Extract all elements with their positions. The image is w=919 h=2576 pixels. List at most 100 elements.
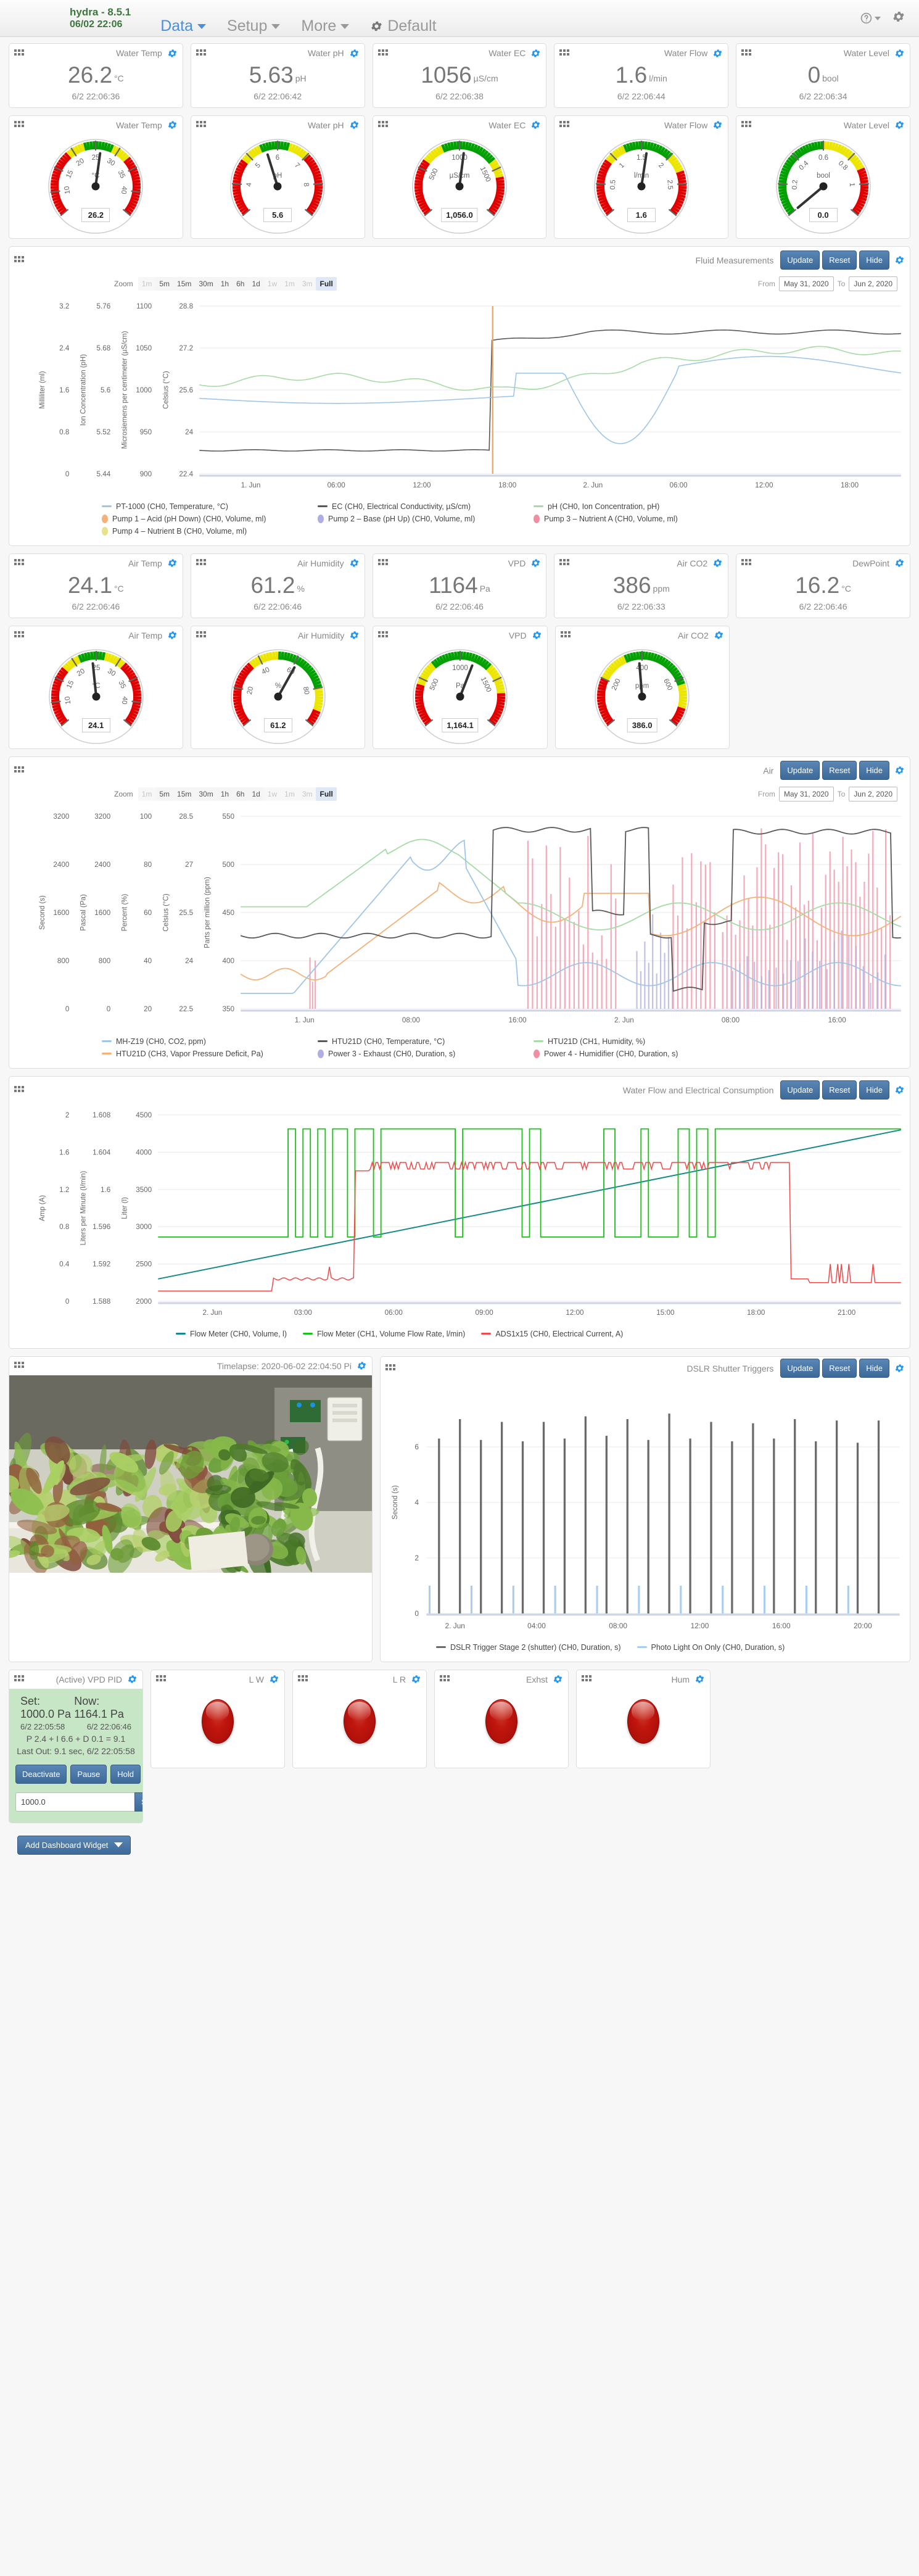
gear-icon[interactable] <box>269 1674 279 1684</box>
gear-icon[interactable] <box>694 1674 705 1684</box>
drag-handle-icon[interactable] <box>196 49 207 57</box>
drag-handle-icon[interactable] <box>440 1675 451 1683</box>
nav-item-setup[interactable]: Setup <box>227 1 281 35</box>
zoom-option-1m[interactable]: 1m <box>281 787 299 801</box>
to-date-field[interactable]: Jun 2, 2020 <box>849 276 897 291</box>
gear-icon[interactable] <box>712 558 723 568</box>
gear-icon[interactable] <box>167 120 178 130</box>
timelapse-image[interactable] <box>9 1375 372 1573</box>
drag-handle-icon[interactable] <box>14 49 25 57</box>
zoom-option-1w[interactable]: 1w <box>263 787 281 801</box>
gear-icon[interactable] <box>530 120 541 130</box>
to-date-field[interactable]: Jun 2, 2020 <box>849 786 897 801</box>
legend-item[interactable]: DSLR Trigger Stage 2 (shutter) (CH0, Dur… <box>436 1643 621 1652</box>
drag-handle-icon[interactable] <box>741 121 752 129</box>
hide-button[interactable]: Hide <box>859 251 889 270</box>
gear-icon[interactable] <box>167 630 178 640</box>
gear-icon[interactable] <box>349 558 360 568</box>
gear-icon[interactable] <box>894 765 905 776</box>
gear-icon[interactable] <box>894 255 905 265</box>
legend-item[interactable]: Photo Light On Only (CH0, Duration, s) <box>637 1643 785 1652</box>
gear-icon[interactable] <box>894 1363 905 1373</box>
drag-handle-icon[interactable] <box>560 631 572 639</box>
reset-button[interactable]: Reset <box>822 1080 857 1100</box>
legend-item[interactable]: Flow Meter (CH0, Volume, l) <box>176 1330 287 1338</box>
status-led[interactable] <box>485 1699 517 1744</box>
zoom-option-15m[interactable]: 15m <box>173 787 196 801</box>
zoom-option-3m[interactable]: 3m <box>298 276 316 291</box>
zoom-option-6h[interactable]: 6h <box>233 276 249 291</box>
drag-handle-icon[interactable] <box>385 1364 397 1372</box>
zoom-option-30m[interactable]: 30m <box>195 787 217 801</box>
gear-icon[interactable] <box>894 48 905 59</box>
drag-handle-icon[interactable] <box>196 559 207 567</box>
legend-item[interactable]: HTU21D (CH3, Vapor Pressure Deficit, Pa) <box>102 1050 318 1058</box>
zoom-option-1h[interactable]: 1h <box>216 787 233 801</box>
zoom-option-30m[interactable]: 30m <box>195 276 217 291</box>
nav-item-more[interactable]: More <box>301 1 350 35</box>
legend-item[interactable]: Power 4 - Humidifier (CH0, Duration, s) <box>534 1049 749 1058</box>
legend-item[interactable]: Pump 3 – Nutrient A (CH0, Volume, ml) <box>534 514 749 523</box>
update-button[interactable]: Update <box>780 251 820 270</box>
drag-handle-icon[interactable] <box>14 559 25 567</box>
zoom-option-1m[interactable]: 1m <box>281 276 299 291</box>
drag-handle-icon[interactable] <box>582 1675 593 1683</box>
drag-handle-icon[interactable] <box>14 1675 25 1683</box>
zoom-option-5m[interactable]: 5m <box>155 787 174 801</box>
gear-icon[interactable] <box>712 120 723 130</box>
fluid-plot[interactable]: 3.2 2.4 1.6 0.8 0 Milliliter (ml) 5.76 5.68 5.6 5… <box>9 295 910 499</box>
gear-icon[interactable] <box>349 48 360 59</box>
drag-handle-icon[interactable] <box>377 49 389 57</box>
legend-item[interactable]: Pump 4 – Nutrient B (CH0, Volume, ml) <box>102 526 318 536</box>
drag-handle-icon[interactable] <box>196 631 207 639</box>
from-date-field[interactable]: May 31, 2020 <box>778 786 834 801</box>
zoom-option-Full[interactable]: Full <box>316 276 337 291</box>
update-button[interactable]: Update <box>780 1080 820 1100</box>
hide-button[interactable]: Hide <box>859 761 889 781</box>
gear-icon[interactable] <box>411 1674 421 1684</box>
drag-handle-icon[interactable] <box>378 631 389 639</box>
zoom-option-1m[interactable]: 1m <box>138 276 156 291</box>
status-led[interactable] <box>627 1699 659 1744</box>
drag-handle-icon[interactable] <box>14 766 25 774</box>
hide-button[interactable]: Hide <box>859 1080 889 1100</box>
gear-icon[interactable] <box>712 48 723 59</box>
status-led[interactable] <box>202 1699 234 1744</box>
drag-handle-icon[interactable] <box>559 121 571 129</box>
gear-icon[interactable] <box>894 120 905 130</box>
air-plot[interactable]: 3200 2400 1600 800 0 Second (s) 3200 2400 1600 80… <box>9 805 910 1033</box>
legend-item[interactable]: HTU21D (CH1, Humidity, %) <box>534 1037 749 1046</box>
drag-handle-icon[interactable] <box>14 121 25 129</box>
drag-handle-icon[interactable] <box>14 631 25 639</box>
zoom-option-6h[interactable]: 6h <box>233 787 249 801</box>
deactivate-button[interactable]: Deactivate <box>15 1764 67 1784</box>
drag-handle-icon[interactable] <box>14 1362 25 1370</box>
gear-icon[interactable] <box>349 120 360 130</box>
zoom-option-1m[interactable]: 1m <box>138 787 156 801</box>
gear-icon[interactable] <box>894 558 905 568</box>
nav-item-data[interactable]: Data <box>160 1 207 35</box>
update-button[interactable]: Update <box>780 761 820 781</box>
legend-item[interactable]: Pump 2 – Base (pH Up) (CH0, Volume, ml) <box>318 514 534 523</box>
setpoint-input[interactable] <box>15 1792 135 1812</box>
water-flow-plot[interactable]: 2 1.6 1.2 0.8 0.4 0 Amp (A) 1.608 1.604 1.6 1.596 1… <box>9 1104 910 1326</box>
legend-item[interactable]: MH-Z19 (CH0, CO2, ppm) <box>102 1037 318 1046</box>
zoom-option-15m[interactable]: 15m <box>173 276 196 291</box>
legend-item[interactable]: EC (CH0, Electrical Conductivity, µS/cm) <box>318 502 534 511</box>
hold-button[interactable]: Hold <box>110 1764 141 1784</box>
gear-icon[interactable] <box>127 1674 138 1684</box>
drag-handle-icon[interactable] <box>741 559 752 567</box>
gear-icon[interactable] <box>167 48 178 59</box>
help-button[interactable] <box>860 12 881 25</box>
legend-item[interactable]: Flow Meter (CH1, Volume Flow Rate, l/min… <box>302 1330 465 1338</box>
add-dashboard-widget-button[interactable]: Add Dashboard Widget <box>17 1835 131 1855</box>
pause-button[interactable]: Pause <box>70 1764 107 1784</box>
dslr-plot[interactable]: 6 4 2 0 Second (s) 2. Jun 04:00 08:00 12:00 16:00… <box>381 1380 910 1639</box>
drag-handle-icon[interactable] <box>741 49 752 57</box>
zoom-option-1h[interactable]: 1h <box>216 276 233 291</box>
status-led[interactable] <box>344 1699 376 1744</box>
gear-icon[interactable] <box>356 1360 367 1371</box>
zoom-option-1d[interactable]: 1d <box>248 276 264 291</box>
zoom-option-1d[interactable]: 1d <box>248 787 264 801</box>
gear-icon[interactable] <box>553 1674 563 1684</box>
